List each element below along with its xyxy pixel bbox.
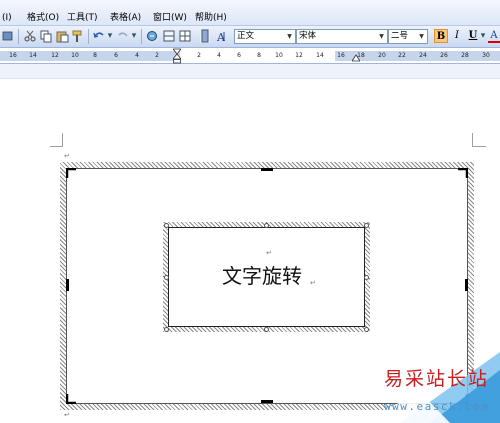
text-box-text[interactable]: 文字旋转 (222, 264, 302, 288)
paragraph-mark: ↵ (266, 249, 272, 257)
ruler-number: 16 (337, 52, 345, 59)
font-color-button[interactable]: A (488, 29, 500, 43)
ruler-number: 12 (51, 52, 59, 59)
font-size-combo[interactable]: 二号 ▼ (388, 29, 428, 44)
menu-tools[interactable]: 工具(T) (67, 13, 98, 24)
chevron-down-icon[interactable]: ▼ (417, 31, 426, 42)
redo-icon[interactable] (116, 29, 130, 43)
format-painter-icon[interactable] (71, 29, 85, 43)
ruler-number: 12 (295, 52, 303, 59)
insert-table-icon[interactable] (178, 29, 192, 43)
canvas-resize-handle[interactable] (261, 400, 273, 403)
ruler-number: 30 (482, 52, 490, 59)
ruler-number: 14 (29, 52, 37, 59)
tables-borders-icon[interactable] (162, 29, 176, 43)
watermark-site-name: 易采站长站 (384, 368, 490, 390)
menu-help[interactable]: 帮助(H) (195, 13, 227, 24)
text-box-resize-handle[interactable] (164, 223, 169, 228)
styles-formatting-icon[interactable]: A (215, 29, 229, 44)
indent-marker-icon[interactable] (173, 48, 181, 64)
ruler-number: 4 (135, 52, 139, 59)
chevron-down-icon[interactable]: ▼ (285, 31, 294, 42)
ruler-number: 26 (440, 52, 448, 59)
undo-dropdown-icon[interactable]: ▾ (106, 29, 114, 43)
text-box-resize-handle[interactable] (264, 327, 269, 332)
text-box-resize-handle[interactable] (164, 275, 169, 280)
ruler-number: 2 (197, 52, 201, 59)
canvas-resize-handle[interactable] (66, 279, 69, 291)
style-value: 正文 (237, 31, 255, 41)
research-icon[interactable] (1, 29, 15, 43)
ruler-number: 8 (257, 52, 261, 59)
toolbar-options-icon[interactable] (200, 29, 210, 43)
crop-mark (472, 133, 473, 146)
crop-mark (472, 146, 486, 147)
text-box-resize-handle[interactable] (264, 223, 269, 228)
text-box-resize-handle[interactable] (364, 223, 369, 228)
formatting-toolbar: ▾ ▾ A 正文 ▼ 宋体 ▼ 二号 ▼ B I U ▾ A (0, 26, 500, 48)
toolbar-separator (18, 29, 19, 44)
font-combo[interactable]: 宋体 ▼ (296, 29, 388, 44)
text-box-resize-handle[interactable] (364, 275, 369, 280)
crop-mark (50, 146, 63, 147)
watermark-url: www.easck.com (384, 400, 490, 413)
ruler-number: 20 (378, 52, 386, 59)
horizontal-ruler[interactable]: 16 14 12 10 8 6 4 2 2 4 6 8 10 12 14 16 … (0, 48, 500, 64)
menu-table[interactable]: 表格(A) (110, 13, 141, 24)
canvas-resize-handle[interactable] (458, 168, 468, 178)
font-size-value: 二号 (391, 31, 409, 41)
undo-icon[interactable] (92, 29, 106, 43)
ruler-number: 6 (114, 52, 118, 59)
menu-insert[interactable]: (I) (2, 13, 12, 24)
chevron-down-icon[interactable]: ▼ (377, 31, 386, 42)
toolbar-separator (88, 29, 89, 44)
underline-button[interactable]: U (466, 29, 480, 43)
paragraph-mark: ↵ (64, 152, 70, 160)
underline-dropdown-icon[interactable]: ▾ (480, 29, 486, 43)
menu-bar: (I) 格式(O) 工具(T) 表格(A) 窗口(W) 帮助(H) (0, 0, 500, 26)
font-value: 宋体 (299, 31, 317, 41)
crop-mark (62, 133, 63, 146)
ruler-number: 16 (9, 52, 17, 59)
hyperlink-icon[interactable] (146, 29, 160, 43)
paragraph-mark: ↵ (64, 411, 70, 419)
ruler-number: 22 (398, 52, 406, 59)
ruler-number: 14 (316, 52, 324, 59)
canvas-resize-handle[interactable] (465, 279, 468, 291)
style-combo[interactable]: 正文 ▼ (234, 29, 296, 44)
italic-button[interactable]: I (450, 29, 464, 43)
toolbar-separator (141, 29, 142, 44)
menu-window[interactable]: 窗口(W) (153, 13, 187, 24)
ruler-number: 10 (275, 52, 283, 59)
ruler-number: 2 (155, 52, 159, 59)
bold-button[interactable]: B (434, 29, 448, 43)
canvas-resize-handle[interactable] (66, 168, 76, 178)
redo-dropdown-icon[interactable]: ▾ (130, 29, 138, 43)
ruler-number: 24 (419, 52, 427, 59)
ruler-number: 8 (93, 52, 97, 59)
menu-format[interactable]: 格式(O) (27, 13, 59, 24)
text-box-resize-handle[interactable] (364, 327, 369, 332)
right-indent-marker-icon[interactable] (352, 52, 360, 62)
ruler-number: 6 (237, 52, 241, 59)
ruler-number: 4 (217, 52, 221, 59)
ruler-number: 28 (461, 52, 469, 59)
canvas-resize-handle[interactable] (261, 168, 273, 171)
text-box-resize-handle[interactable] (164, 327, 169, 332)
paragraph-mark: ↵ (310, 279, 316, 287)
ruler-number: 10 (71, 52, 79, 59)
canvas-resize-handle[interactable] (66, 394, 76, 404)
document-top-band (0, 64, 500, 79)
copy-icon[interactable] (39, 29, 53, 43)
paste-icon[interactable] (55, 29, 69, 43)
cut-icon[interactable] (23, 29, 37, 43)
